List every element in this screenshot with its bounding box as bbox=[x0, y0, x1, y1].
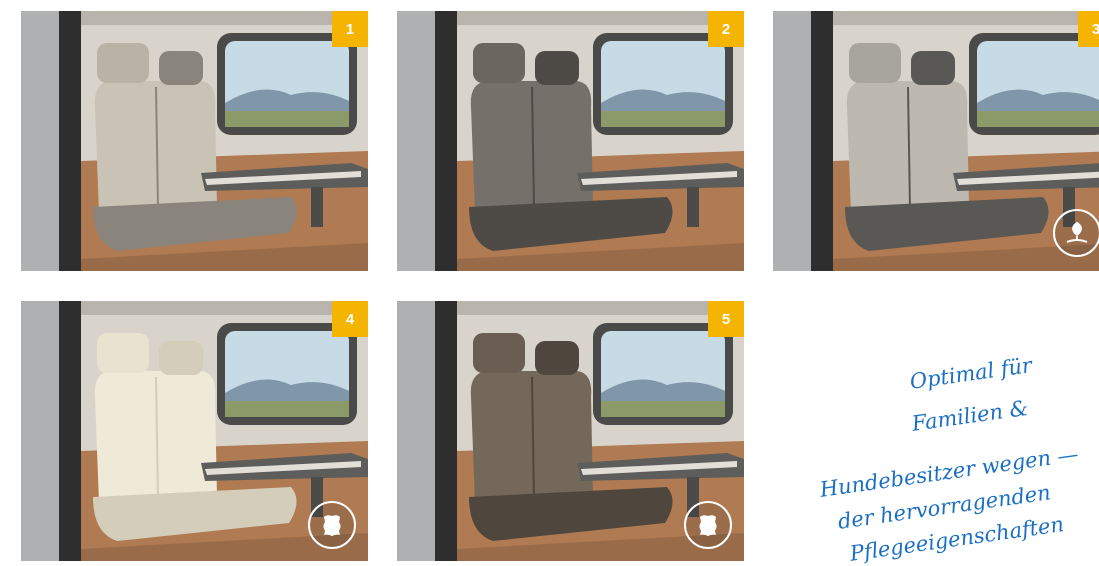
leather-icon bbox=[308, 501, 356, 549]
leather-icon bbox=[684, 501, 732, 549]
option-number-badge: 2 bbox=[708, 11, 744, 47]
handwritten-note: Optimal für Familien & Hundebesitzer weg… bbox=[790, 353, 1099, 566]
option-number-badge: 3 bbox=[1078, 11, 1099, 47]
note-line-1: Optimal für bbox=[908, 353, 1034, 394]
seat-option-1[interactable]: 1 bbox=[21, 11, 368, 271]
seat-option-5[interactable]: 5 bbox=[397, 301, 744, 561]
seat-photo bbox=[773, 11, 1099, 271]
seat-option-3[interactable]: 3 bbox=[773, 11, 1099, 271]
note-line-2: Familien & bbox=[910, 395, 1030, 436]
option-number-badge: 1 bbox=[332, 11, 368, 47]
seat-photo bbox=[21, 11, 368, 271]
option-number-badge: 5 bbox=[708, 301, 744, 337]
seat-photo bbox=[397, 11, 744, 271]
seat-option-4[interactable]: 4 bbox=[21, 301, 368, 561]
seat-option-2[interactable]: 2 bbox=[397, 11, 744, 271]
eco-icon bbox=[1053, 209, 1099, 257]
option-number-badge: 4 bbox=[332, 301, 368, 337]
